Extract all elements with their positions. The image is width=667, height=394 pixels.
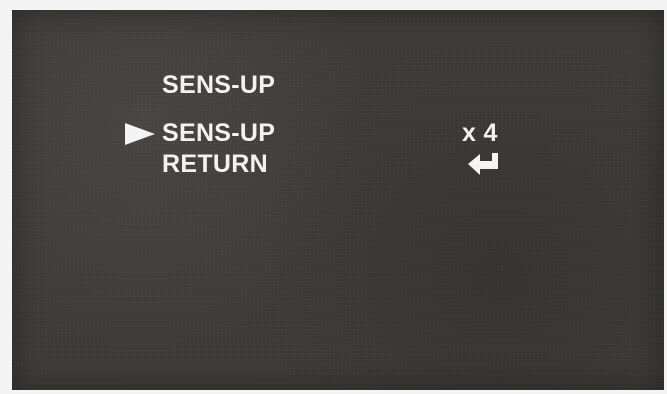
menu-item-return[interactable]: RETURN xyxy=(162,150,268,178)
photo-frame: SENS-UP SENS-UP x 4 RETURN xyxy=(0,0,667,394)
sens-up-value[interactable]: x 4 xyxy=(462,119,498,147)
right-triangle-pointer-icon xyxy=(125,123,155,145)
osd-screen: SENS-UP SENS-UP x 4 RETURN xyxy=(12,10,664,390)
enter-return-icon[interactable] xyxy=(466,151,500,177)
menu-item-sens-up[interactable]: SENS-UP xyxy=(162,119,275,147)
menu-title: SENS-UP xyxy=(162,71,276,99)
